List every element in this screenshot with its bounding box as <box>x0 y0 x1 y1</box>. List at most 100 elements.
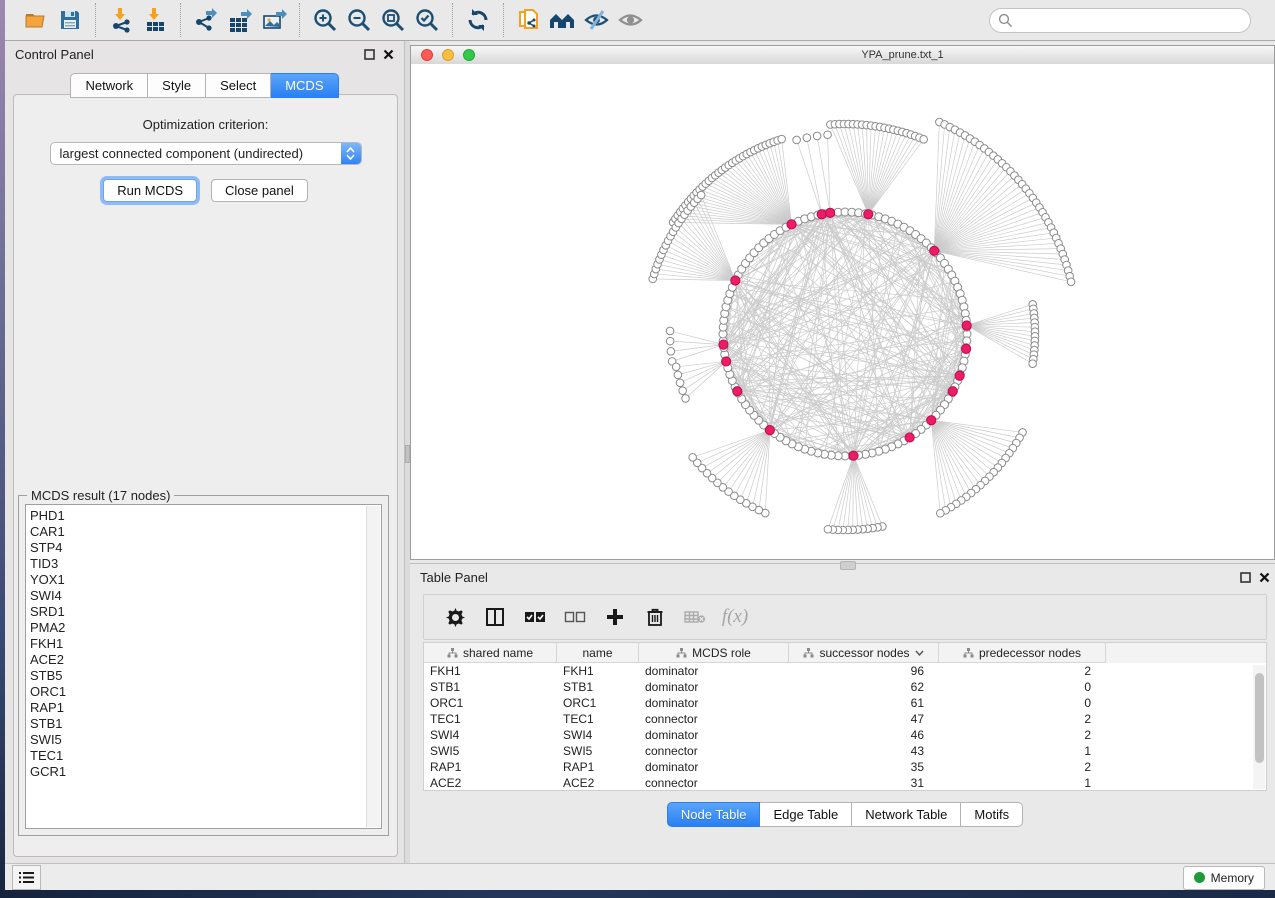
float-panel-icon[interactable] <box>364 49 375 60</box>
selected-criterion: largest connected component (undirected) <box>51 146 341 161</box>
columns-icon[interactable] <box>482 604 508 630</box>
mcds-result-item[interactable]: CAR1 <box>30 524 381 540</box>
mcds-result-item[interactable]: TID3 <box>30 556 381 572</box>
export-image-icon[interactable] <box>257 4 291 36</box>
tab-network-table[interactable]: Network Table <box>852 802 961 827</box>
window-close-icon[interactable] <box>421 49 433 61</box>
optimization-criterion-label: Optimization criterion: <box>14 117 397 132</box>
column-header-predecessor-nodes[interactable]: predecessor nodes <box>939 643 1106 663</box>
gear-icon[interactable] <box>442 604 468 630</box>
import-network-icon[interactable] <box>104 4 138 36</box>
search-field[interactable] <box>989 8 1251 33</box>
table-header-row: shared name name MCDS role successor nod… <box>424 643 1266 663</box>
hide-selected-icon[interactable] <box>580 4 614 36</box>
table-row[interactable]: TEC1 TEC1 connector 47 2 <box>424 711 1266 727</box>
table-row[interactable]: RAP1 RAP1 dominator 35 2 <box>424 759 1266 775</box>
main-toolbar <box>5 0 1275 41</box>
zoom-out-icon[interactable] <box>342 4 376 36</box>
close-panel-icon[interactable] <box>383 49 394 60</box>
column-header-mcds-role[interactable]: MCDS role <box>639 643 789 663</box>
table-row[interactable]: FKH1 FKH1 dominator 96 2 <box>424 663 1266 679</box>
optimization-criterion-select[interactable]: largest connected component (undirected) <box>50 142 362 165</box>
network-canvas[interactable] <box>411 64 1274 559</box>
column-header-name[interactable]: name <box>557 643 639 663</box>
node-table: shared name name MCDS role successor nod… <box>423 642 1267 791</box>
tab-edge-table[interactable]: Edge Table <box>760 802 852 827</box>
task-history-button[interactable] <box>12 865 41 890</box>
mcds-list-scrollbar[interactable] <box>366 506 380 827</box>
close-panel-button[interactable]: Close panel <box>211 179 308 202</box>
function-builder-icon[interactable]: f(x) <box>722 604 748 630</box>
float-table-panel-icon[interactable] <box>1240 572 1251 583</box>
column-header-shared-name[interactable]: shared name <box>424 643 557 663</box>
mcds-result-item[interactable]: ORC1 <box>30 684 381 700</box>
tab-node-table[interactable]: Node Table <box>667 802 761 827</box>
tab-mcds[interactable]: MCDS <box>271 73 338 98</box>
copy-network-icon[interactable] <box>512 4 546 36</box>
select-all-icon[interactable] <box>522 604 548 630</box>
table-row[interactable]: STB1 STB1 dominator 62 0 <box>424 679 1266 695</box>
control-panel-title: Control Panel <box>15 47 94 62</box>
table-row[interactable]: ORC1 ORC1 dominator 61 0 <box>424 695 1266 711</box>
tab-network[interactable]: Network <box>70 73 148 98</box>
search-input[interactable] <box>1013 13 1242 29</box>
zoom-in-icon[interactable] <box>308 4 342 36</box>
table-scrollbar-thumb[interactable] <box>1255 673 1264 763</box>
mcds-result-item[interactable]: SWI5 <box>30 732 381 748</box>
network-window-titlebar[interactable]: YPA_prune.txt_1 <box>411 46 1274 65</box>
refresh-icon[interactable] <box>461 4 495 36</box>
split-grip-icon[interactable] <box>840 561 856 570</box>
import-table-icon[interactable] <box>138 4 172 36</box>
memory-label: Memory <box>1211 871 1254 885</box>
tab-motifs[interactable]: Motifs <box>961 802 1023 827</box>
mcds-result-item[interactable]: ACE2 <box>30 652 381 668</box>
mcds-result-item[interactable]: TEC1 <box>30 748 381 764</box>
zoom-fit-icon[interactable] <box>376 4 410 36</box>
memory-button[interactable]: Memory <box>1183 866 1265 890</box>
delete-table-icon[interactable] <box>682 604 708 630</box>
mcds-result-item[interactable]: PHD1 <box>30 508 381 524</box>
mcds-result-item[interactable]: SWI4 <box>30 588 381 604</box>
network-graph[interactable] <box>411 64 1274 559</box>
table-toolbar: f(x) <box>423 594 1267 640</box>
table-row[interactable]: ACE2 ACE2 connector 31 1 <box>424 775 1266 791</box>
column-header-successor-nodes[interactable]: successor nodes <box>789 643 939 663</box>
table-row[interactable]: SWI5 SWI5 connector 43 1 <box>424 743 1266 759</box>
mcds-result-item[interactable]: GCR1 <box>30 764 381 780</box>
table-scrollbar[interactable] <box>1253 665 1265 789</box>
list-icon <box>19 871 34 884</box>
mcds-result-item[interactable]: FKH1 <box>30 636 381 652</box>
memory-status-icon <box>1194 872 1205 883</box>
close-table-panel-icon[interactable] <box>1259 572 1270 583</box>
save-icon[interactable] <box>53 4 87 36</box>
mcds-result-list[interactable]: PHD1CAR1STP4TID3YOX1SWI4SRD1PMA2FKH1ACE2… <box>25 504 382 829</box>
control-panel-header: Control Panel <box>5 41 404 67</box>
mcds-result-item[interactable]: STB1 <box>30 716 381 732</box>
mcds-result-item[interactable]: PMA2 <box>30 620 381 636</box>
desktop: Control Panel Network Style Select MCDS … <box>0 0 1275 898</box>
app-window: Control Panel Network Style Select MCDS … <box>5 0 1275 890</box>
add-column-icon[interactable] <box>602 604 628 630</box>
first-neighbors-icon[interactable] <box>546 4 580 36</box>
run-mcds-button[interactable]: Run MCDS <box>103 179 197 202</box>
import-group <box>95 3 180 37</box>
delete-column-icon[interactable] <box>642 604 668 630</box>
show-all-icon[interactable] <box>614 4 648 36</box>
zoom-selected-icon[interactable] <box>410 4 444 36</box>
window-minimize-icon[interactable] <box>442 49 454 61</box>
mcds-result-item[interactable]: YOX1 <box>30 572 381 588</box>
mcds-result-item[interactable]: STB5 <box>30 668 381 684</box>
mcds-result-item[interactable]: SRD1 <box>30 604 381 620</box>
tab-style[interactable]: Style <box>148 73 206 98</box>
export-table-icon[interactable] <box>223 4 257 36</box>
control-panel: Control Panel Network Style Select MCDS … <box>5 41 405 863</box>
zoom-group <box>299 3 452 37</box>
table-row[interactable]: SWI4 SWI4 dominator 46 2 <box>424 727 1266 743</box>
open-folder-icon[interactable] <box>19 4 53 36</box>
export-network-icon[interactable] <box>189 4 223 36</box>
mcds-result-item[interactable]: RAP1 <box>30 700 381 716</box>
status-bar: Memory <box>5 863 1275 891</box>
mcds-result-item[interactable]: STP4 <box>30 540 381 556</box>
tab-select[interactable]: Select <box>206 73 271 98</box>
unselect-all-icon[interactable] <box>562 604 588 630</box>
